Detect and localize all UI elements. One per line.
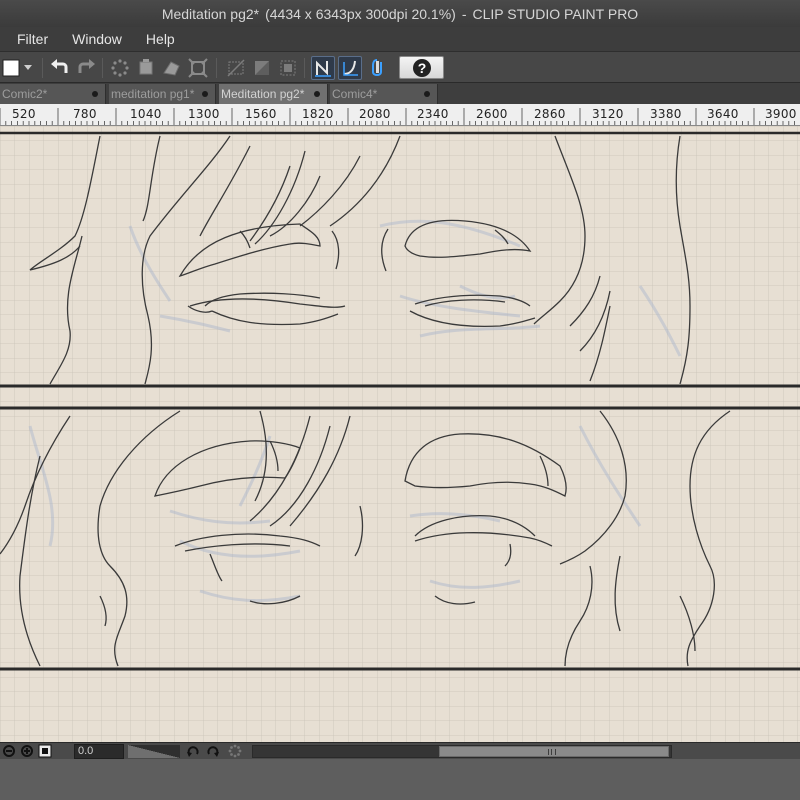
title-bar: Meditation pg2* (4434 x 6343px 300dpi 20… [0, 0, 800, 27]
rotate-right-icon[interactable] [206, 744, 220, 758]
menu-bar: Filter Window Help [0, 27, 800, 52]
clear-icon[interactable] [108, 56, 132, 80]
svg-text:?: ? [417, 60, 426, 76]
scale-icon[interactable] [186, 56, 210, 80]
help-button[interactable]: ? [399, 56, 444, 79]
document-title: Meditation pg2* [161, 5, 260, 22]
zoom-value-field[interactable]: 0.0 [74, 744, 124, 759]
ruler-label: 2080 [359, 107, 391, 121]
tab-close-icon[interactable] [202, 91, 208, 97]
transform-icon[interactable] [160, 56, 184, 80]
deselect-icon[interactable] [224, 56, 248, 80]
ruler-label: 2860 [534, 107, 566, 121]
ruler-label: 3640 [707, 107, 739, 121]
zoom-in-icon[interactable] [20, 744, 34, 758]
tab-close-icon[interactable] [314, 91, 320, 97]
help-icon: ? [412, 58, 431, 77]
zoom-out-icon[interactable] [2, 744, 16, 758]
tab-label: Comic2* [2, 87, 48, 101]
fill-icon[interactable] [134, 56, 158, 80]
ruler-label: 3380 [650, 107, 682, 121]
ruler-label: 1040 [130, 107, 162, 121]
tab-meditation-pg1[interactable]: meditation pg1* [109, 84, 216, 104]
fit-screen-icon[interactable] [38, 744, 52, 758]
menu-window[interactable]: Window [72, 31, 122, 47]
title-separator: - [461, 5, 467, 22]
reset-rotation-icon[interactable] [228, 744, 242, 758]
sketch-artwork [0, 126, 800, 743]
ruler-label: 2600 [476, 107, 508, 121]
selection-border-icon[interactable] [276, 56, 300, 80]
horizontal-ruler[interactable]: 520 780 1040 1300 1560 1820 2080 2340 26… [0, 104, 800, 126]
menu-filter[interactable]: Filter [17, 31, 48, 47]
ruler-label: 1300 [188, 107, 220, 121]
drawing-canvas[interactable] [0, 126, 800, 743]
undo-icon[interactable] [48, 56, 72, 80]
tab-close-icon[interactable] [92, 91, 98, 97]
menu-help[interactable]: Help [146, 31, 175, 47]
snap-to-grid-icon[interactable] [365, 56, 389, 80]
clip-studio-window: Meditation pg2* (4434 x 6343px 300dpi 20… [0, 0, 800, 800]
dropdown-arrow-icon[interactable] [20, 56, 36, 80]
snap-to-ruler-icon[interactable] [311, 56, 335, 80]
horizontal-scrollbar[interactable] [252, 745, 672, 758]
tab-meditation-pg2[interactable]: Meditation pg2* [219, 84, 328, 104]
snap-to-special-ruler-icon[interactable] [338, 56, 362, 80]
app-name: CLIP STUDIO PAINT PRO [472, 5, 639, 22]
redo-icon[interactable] [74, 56, 98, 80]
ruler-label: 780 [73, 107, 97, 121]
ruler-label: 1560 [245, 107, 277, 121]
navigator-bar: 0.0 [0, 742, 800, 759]
status-area [0, 759, 800, 800]
tab-comic2[interactable]: Comic2* [0, 84, 106, 104]
ruler-label: 520 [12, 107, 36, 121]
ruler-label: 1820 [302, 107, 334, 121]
ruler-label: 3120 [592, 107, 624, 121]
rotate-left-icon[interactable] [186, 744, 200, 758]
document-tabs: Comic2* meditation pg1* Meditation pg2* … [0, 83, 800, 104]
tab-label: meditation pg1* [111, 87, 195, 101]
scrollbar-thumb[interactable] [439, 746, 669, 757]
invert-selection-icon[interactable] [250, 56, 274, 80]
tab-label: Meditation pg2* [221, 87, 305, 101]
tab-label: Comic4* [332, 87, 378, 101]
tab-close-icon[interactable] [424, 91, 430, 97]
ruler-label: 2340 [417, 107, 449, 121]
tab-comic4[interactable]: Comic4* [330, 84, 438, 104]
ruler-label: 3900 [765, 107, 797, 121]
zoom-slider[interactable] [128, 745, 180, 758]
document-info: (4434 x 6343px 300dpi 20.1%) [265, 5, 456, 22]
